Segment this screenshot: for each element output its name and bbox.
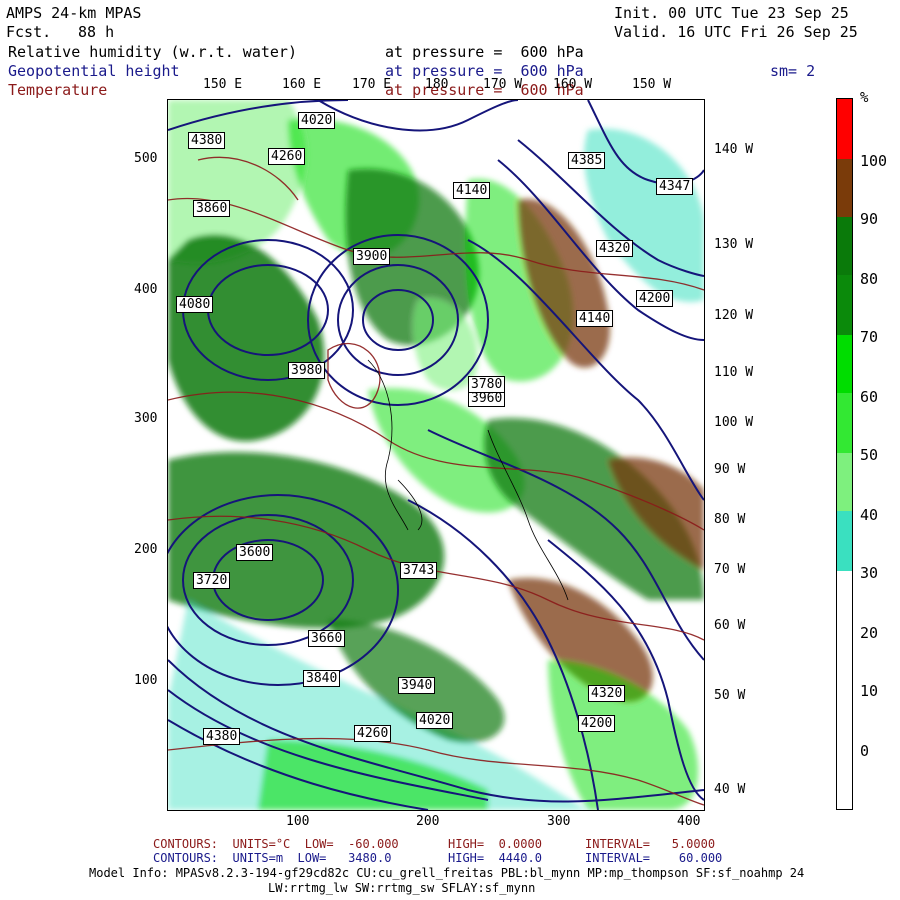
contour-label: 3900 bbox=[353, 248, 391, 265]
x-tick: 300 bbox=[547, 814, 571, 829]
contour-label: 4200 bbox=[636, 290, 674, 307]
footer-height-contours: CONTOURS: UNITS=m LOW= 3480.0 bbox=[153, 851, 392, 865]
y-tick: 200 bbox=[134, 542, 158, 557]
contour-label: 3780 bbox=[468, 376, 506, 393]
valid-time: Valid. 16 UTC Fri 26 Sep 25 bbox=[614, 23, 858, 41]
contour-label: 3600 bbox=[236, 544, 274, 561]
contour-label: 4380 bbox=[188, 132, 226, 149]
footer-height-high: HIGH= 4440.0 bbox=[448, 851, 542, 865]
field-temp-title: Temperature bbox=[8, 81, 108, 99]
lon-label-right: 70 W bbox=[714, 562, 746, 577]
init-time: Init. 00 UTC Tue 23 Sep 25 bbox=[614, 4, 849, 22]
colorbar-label: 40 bbox=[860, 506, 879, 524]
footer-model-info-2: LW:rrtmg_lw SW:rrtmg_sw SFLAY:sf_mynn bbox=[268, 881, 536, 895]
colorbar-seg-60 bbox=[837, 335, 852, 393]
colorbar-label: 20 bbox=[860, 624, 879, 642]
colorbar-label: 70 bbox=[860, 328, 879, 346]
colorbar-seg-40 bbox=[837, 453, 852, 511]
contour-label: 4020 bbox=[298, 112, 336, 129]
lon-label-top: 170 E bbox=[352, 77, 392, 92]
colorbar-seg-80 bbox=[837, 217, 852, 275]
y-tick: 300 bbox=[134, 411, 158, 426]
contour-label: 4385 bbox=[568, 152, 606, 169]
contour-label: 3720 bbox=[193, 572, 231, 589]
colorbar-label: 10 bbox=[860, 682, 879, 700]
footer-model-info: Model Info: MPASv8.2.3-194-gf29cd82c CU:… bbox=[89, 866, 805, 880]
colorbar-seg-white bbox=[837, 571, 852, 809]
model-title: AMPS 24-km MPAS bbox=[6, 4, 142, 22]
lon-label-top: 150 E bbox=[203, 77, 243, 92]
contour-label: 4140 bbox=[576, 310, 614, 327]
lon-label-right: 130 W bbox=[714, 237, 754, 252]
footer-temp-contours: CONTOURS: UNITS=°C LOW= -60.000 bbox=[153, 837, 399, 851]
contour-label: 4320 bbox=[588, 685, 626, 702]
field-rh-level: at pressure = 600 hPa bbox=[385, 43, 584, 61]
colorbar-label: 80 bbox=[860, 270, 879, 288]
contour-label: 4260 bbox=[354, 725, 392, 742]
lon-label-top: 160 W bbox=[553, 77, 593, 92]
y-tick: 100 bbox=[134, 673, 158, 688]
lon-label-top: 180 bbox=[425, 77, 449, 92]
colorbar-label: 100 bbox=[860, 152, 888, 170]
y-tick: 500 bbox=[134, 151, 158, 166]
footer-temp-interval: INTERVAL= 5.0000 bbox=[585, 837, 716, 851]
contour-label: 4200 bbox=[578, 715, 616, 732]
lon-label-top: 170 W bbox=[483, 77, 523, 92]
contour-label: 3940 bbox=[398, 677, 436, 694]
y-tick: 400 bbox=[134, 282, 158, 297]
lon-label-right: 110 W bbox=[714, 365, 754, 380]
lon-label-right: 90 W bbox=[714, 462, 746, 477]
contour-label: 3980 bbox=[288, 362, 326, 379]
contour-label: 4080 bbox=[176, 296, 214, 313]
colorbar-label: 90 bbox=[860, 210, 879, 228]
smoothing-label: sm= 2 bbox=[770, 62, 816, 80]
contour-label: 4260 bbox=[268, 148, 306, 165]
contour-label: 4380 bbox=[203, 728, 241, 745]
lon-label-top: 160 E bbox=[282, 77, 322, 92]
colorbar-seg-100 bbox=[837, 99, 852, 159]
colorbar-unit: % bbox=[860, 90, 869, 106]
footer-temp-high: HIGH= 0.0000 bbox=[448, 837, 542, 851]
colorbar-label: 50 bbox=[860, 446, 879, 464]
lon-label-right: 120 W bbox=[714, 308, 754, 323]
colorbar-label: 30 bbox=[860, 564, 879, 582]
map-svg bbox=[168, 100, 704, 810]
colorbar-seg-30 bbox=[837, 511, 852, 571]
lon-label-top: 150 W bbox=[632, 77, 672, 92]
field-height-title: Geopotential height bbox=[8, 62, 180, 80]
colorbar-seg-70 bbox=[837, 275, 852, 335]
map-panel: 4380 4020 4260 3860 4140 4080 3900 3960 … bbox=[167, 99, 705, 811]
lon-label-right: 60 W bbox=[714, 618, 746, 633]
field-rh-title: Relative humidity (w.r.t. water) bbox=[8, 43, 297, 61]
forecast-hour: 88 h bbox=[78, 23, 115, 41]
lon-label-right: 100 W bbox=[714, 415, 754, 430]
x-tick: 200 bbox=[416, 814, 440, 829]
colorbar bbox=[836, 98, 853, 810]
colorbar-seg-50 bbox=[837, 393, 852, 453]
x-tick: 400 bbox=[677, 814, 701, 829]
contour-label: 3840 bbox=[303, 670, 341, 687]
contour-label: 4320 bbox=[596, 240, 634, 257]
footer-height-interval: INTERVAL= 60.000 bbox=[585, 851, 723, 865]
lon-label-right: 140 W bbox=[714, 142, 754, 157]
contour-label: 4347 bbox=[656, 178, 694, 195]
lon-label-right: 80 W bbox=[714, 512, 746, 527]
contour-label: 3860 bbox=[193, 200, 231, 217]
contour-label: 3660 bbox=[308, 630, 346, 647]
contour-label: 4020 bbox=[416, 712, 454, 729]
colorbar-label: 0 bbox=[860, 742, 870, 760]
lon-label-right: 40 W bbox=[714, 782, 746, 797]
contour-label: 4140 bbox=[453, 182, 491, 199]
x-tick: 100 bbox=[286, 814, 310, 829]
colorbar-label: 60 bbox=[860, 388, 879, 406]
colorbar-seg-90 bbox=[837, 159, 852, 217]
lon-label-right: 50 W bbox=[714, 688, 746, 703]
contour-label: 3743 bbox=[400, 562, 438, 579]
forecast-label: Fcst. bbox=[6, 23, 52, 41]
